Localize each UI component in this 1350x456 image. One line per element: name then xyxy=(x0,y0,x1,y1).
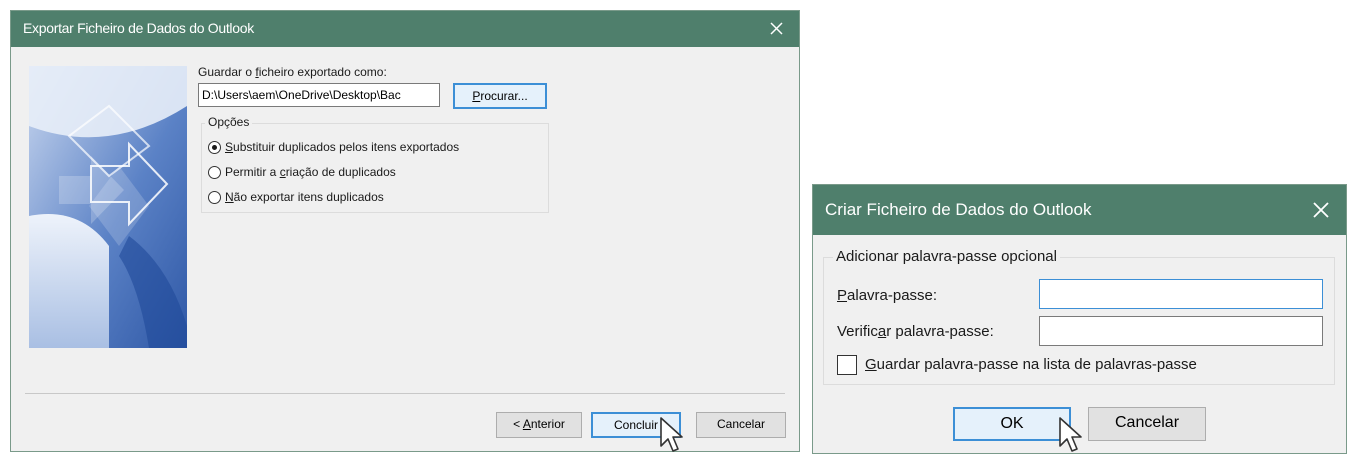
password-dialog-title: Criar Ficheiro de Dados do Outlook xyxy=(825,200,1092,219)
close-icon xyxy=(1313,202,1329,218)
browse-button[interactable]: Procurar... xyxy=(453,83,547,109)
options-legend: Opções xyxy=(205,115,253,129)
radio-unchecked-icon[interactable] xyxy=(208,165,221,179)
option-replace-duplicates[interactable]: Substituir duplicados pelos itens export… xyxy=(208,138,459,156)
export-path-input[interactable] xyxy=(198,83,440,107)
option-allow-duplicates[interactable]: Permitir a criação de duplicados xyxy=(208,163,396,181)
export-dialog-titlebar[interactable]: Exportar Ficheiro de Dados do Outlook xyxy=(11,11,799,47)
optional-password-legend: Adicionar palavra-passe opcional xyxy=(833,248,1060,265)
export-dialog-close-button[interactable] xyxy=(753,11,799,47)
option-do-not-export-duplicates[interactable]: Não exportar itens duplicados xyxy=(208,188,384,206)
password-dialog-close-button[interactable] xyxy=(1296,185,1346,235)
option-label: Não exportar itens duplicados xyxy=(225,190,384,204)
close-icon xyxy=(769,22,783,35)
export-data-file-dialog: Exportar Ficheiro de Dados do Outlook Gu… xyxy=(10,10,800,452)
option-label: Permitir a criação de duplicados xyxy=(225,165,396,179)
ok-button[interactable]: OK xyxy=(953,407,1071,441)
verify-password-input[interactable] xyxy=(1039,316,1323,346)
wizard-banner-image xyxy=(29,66,187,348)
password-input[interactable] xyxy=(1039,279,1323,309)
password-label: Palavra-passe: xyxy=(837,287,938,304)
verify-password-label: Verificar palavra-passe: xyxy=(837,323,994,340)
finish-button[interactable]: Concluir xyxy=(591,412,681,438)
footer-divider xyxy=(25,393,785,394)
cancel-button[interactable]: Cancelar xyxy=(696,412,786,438)
radio-unchecked-icon[interactable] xyxy=(208,190,221,204)
save-password-label[interactable]: Guardar palavra-passe na lista de palavr… xyxy=(865,356,1197,373)
password-dialog-titlebar[interactable]: Criar Ficheiro de Dados do Outlook xyxy=(813,185,1346,235)
option-label: Substituir duplicados pelos itens export… xyxy=(225,140,460,154)
export-dialog-title: Exportar Ficheiro de Dados do Outlook xyxy=(23,20,254,36)
wizard-arrows-graphic xyxy=(29,66,187,348)
save-password-checkbox[interactable] xyxy=(837,355,857,375)
back-button[interactable]: < Anterior xyxy=(496,412,582,438)
cancel-button[interactable]: Cancelar xyxy=(1088,407,1206,441)
radio-checked-icon[interactable] xyxy=(208,140,221,154)
create-data-file-dialog: Criar Ficheiro de Dados do Outlook Adici… xyxy=(812,184,1347,454)
save-as-label: Guardar o ficheiro exportado como: xyxy=(198,65,387,79)
